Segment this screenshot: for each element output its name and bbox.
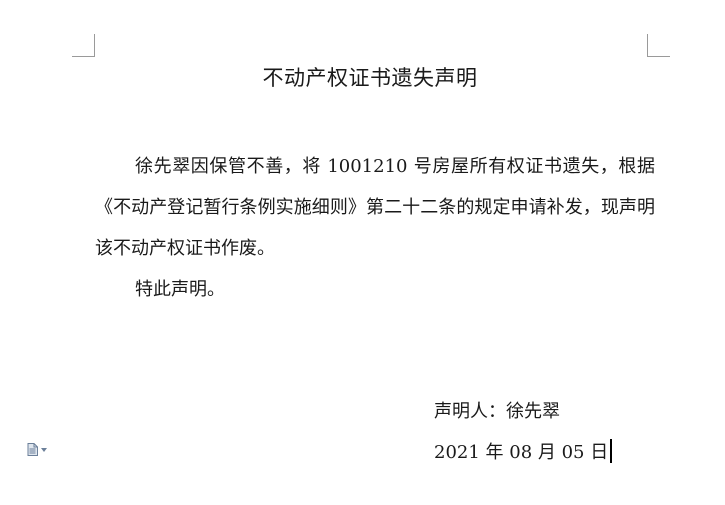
document-icon [27, 443, 38, 456]
top-right-margin-mark [647, 34, 670, 57]
paragraph-layout-widget[interactable] [27, 443, 47, 456]
document-body[interactable]: 徐先翠因保管不善，将 1001210 号房屋所有权证书遗失，根据《不动产登记暂行… [95, 146, 655, 310]
date-line-container[interactable]: 2021 年 08 月 05 日 [434, 438, 613, 464]
text-cursor [610, 439, 613, 463]
signer-line[interactable]: 声明人：徐先翠 [434, 397, 560, 423]
closing-paragraph[interactable]: 特此声明。 [95, 269, 655, 310]
body-paragraph[interactable]: 徐先翠因保管不善，将 1001210 号房屋所有权证书遗失，根据《不动产登记暂行… [95, 146, 655, 269]
document-page: 不动产权证书遗失声明 徐先翠因保管不善，将 1001210 号房屋所有权证书遗失… [0, 0, 725, 505]
top-left-margin-mark [72, 34, 95, 57]
date-line[interactable]: 2021 年 08 月 05 日 [434, 438, 608, 464]
chevron-down-icon[interactable] [41, 447, 47, 452]
document-title[interactable]: 不动产权证书遗失声明 [0, 62, 725, 92]
